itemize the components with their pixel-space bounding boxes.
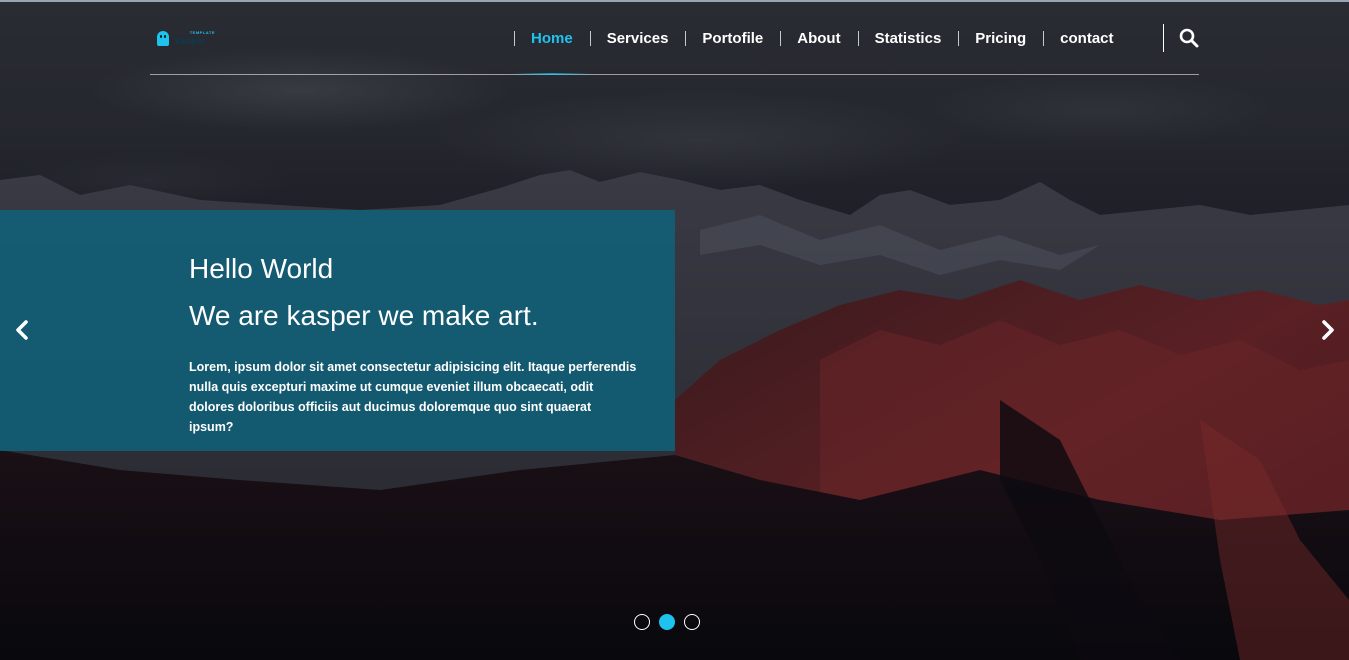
slider-dots bbox=[634, 614, 700, 630]
nav-item-pricing[interactable]: Pricing bbox=[958, 24, 1043, 52]
prev-slide-button[interactable] bbox=[12, 318, 32, 342]
nav-item-home[interactable]: Home bbox=[514, 24, 590, 75]
nav-item-statistics[interactable]: Statistics bbox=[857, 24, 959, 52]
hero-content-box: Hello World We are kasper we make art. L… bbox=[0, 210, 675, 451]
search-icon bbox=[1179, 28, 1199, 48]
slider-dot-1[interactable] bbox=[634, 614, 650, 630]
logo[interactable]: TEMPLATE Kasper bbox=[157, 28, 217, 48]
nav-item-portofile[interactable]: Portofile bbox=[685, 24, 780, 52]
chevron-left-icon bbox=[16, 320, 28, 340]
search-button[interactable] bbox=[1179, 27, 1199, 49]
chevron-right-icon bbox=[1322, 320, 1334, 340]
logo-brand-text: Kasper bbox=[175, 36, 206, 46]
logo-template-text: TEMPLATE bbox=[189, 30, 215, 35]
hero-paragraph: Lorem, ipsum dolor sit amet consectetur … bbox=[189, 360, 637, 434]
logo-wordmark: TEMPLATE Kasper bbox=[175, 30, 215, 46]
search-divider bbox=[1163, 24, 1164, 52]
nav-item-contact[interactable]: contact bbox=[1043, 24, 1130, 52]
slider-dot-2[interactable] bbox=[659, 614, 675, 630]
next-slide-button[interactable] bbox=[1318, 318, 1338, 342]
ghost-logo-icon bbox=[157, 30, 169, 46]
navbar: TEMPLATE Kasper Home Services Portofile … bbox=[150, 0, 1199, 75]
nav-item-services[interactable]: Services bbox=[589, 24, 686, 52]
slider-dot-3[interactable] bbox=[684, 614, 700, 630]
hero-section: TEMPLATE Kasper Home Services Portofile … bbox=[0, 0, 1349, 660]
nav-item-about[interactable]: About bbox=[780, 24, 857, 52]
main-nav: Home Services Portofile About Statistics… bbox=[514, 24, 1131, 75]
hero-title: Hello World bbox=[189, 253, 334, 284]
hero-subtitle: We are kasper we make art. bbox=[189, 300, 539, 331]
